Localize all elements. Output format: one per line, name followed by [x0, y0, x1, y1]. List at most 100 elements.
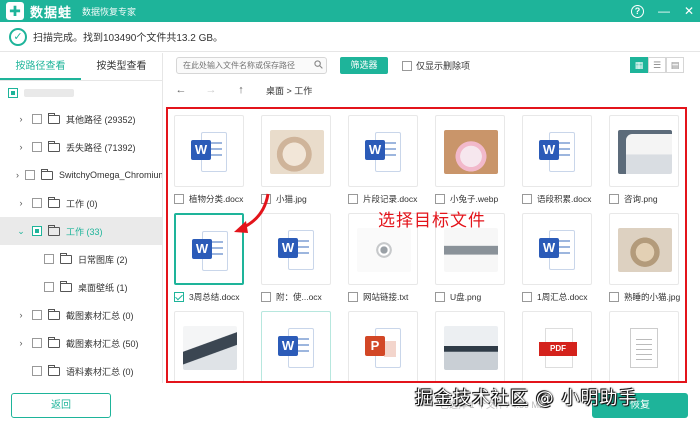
tree-checkbox[interactable] — [32, 114, 42, 124]
back-arrow-icon[interactable]: ← — [166, 84, 196, 96]
detail-view-icon[interactable]: ▤ — [666, 57, 684, 73]
file-name: 网站链接.txt — [363, 292, 409, 302]
file-checkbox[interactable] — [261, 292, 271, 302]
file-checkbox[interactable] — [435, 194, 445, 204]
image-preview — [444, 130, 498, 174]
file-label: U盘.png — [435, 291, 525, 303]
file-thumbnail[interactable] — [435, 311, 505, 381]
tree-checkbox[interactable] — [32, 338, 42, 348]
chevron-right-icon[interactable]: › — [16, 338, 26, 348]
tree-checkbox[interactable] — [32, 310, 42, 320]
tree-item[interactable]: 日常图库 (2) — [0, 245, 162, 273]
file-checkbox[interactable] — [174, 194, 184, 204]
chevron-right-icon[interactable]: › — [16, 170, 19, 180]
file-card[interactable] — [609, 311, 685, 381]
file-thumbnail[interactable] — [435, 115, 505, 187]
file-name: 熟睡的小猫.jpg — [624, 292, 681, 302]
grid-view-icon[interactable]: ▦ — [630, 57, 648, 73]
file-card[interactable]: 熟睡的小猫.jpg — [609, 213, 685, 309]
file-thumbnail[interactable]: W — [348, 115, 418, 187]
chevron-down-icon[interactable]: ⌄ — [16, 226, 26, 237]
file-name: 咨询.png — [624, 194, 658, 204]
file-thumbnail[interactable]: W — [261, 311, 331, 381]
file-checkbox[interactable] — [174, 292, 184, 302]
image-preview — [444, 326, 498, 370]
tree-item[interactable]: › 截图素材汇总 (50) — [0, 329, 162, 357]
tree-item-selected[interactable]: ⌄ 工作 (33) — [0, 217, 162, 245]
file-label: 咨询.png — [609, 193, 685, 205]
tree-item[interactable]: › 工作 (0) — [0, 189, 162, 217]
tree-checkbox[interactable] — [32, 198, 42, 208]
tree-item[interactable]: 语料素材汇总 (0) — [0, 357, 162, 385]
up-arrow-icon[interactable]: ↑ — [226, 84, 256, 96]
file-checkbox[interactable] — [435, 292, 445, 302]
chevron-right-icon[interactable]: › — [16, 142, 26, 152]
forward-arrow-icon[interactable]: → — [196, 84, 226, 96]
file-thumbnail[interactable] — [609, 213, 679, 285]
file-checkbox[interactable] — [348, 292, 358, 302]
minimize-icon[interactable]: — — [658, 4, 670, 18]
root-checkbox[interactable] — [8, 88, 18, 98]
scan-status-bar: ✓ 扫描完成。找到103490个文件共13.2 GB。 — [0, 22, 700, 52]
text-file-icon — [630, 328, 658, 368]
file-checkbox[interactable] — [522, 292, 532, 302]
only-deleted-checkbox[interactable] — [402, 60, 412, 71]
file-card[interactable]: PDF — [522, 311, 612, 381]
file-thumbnail[interactable]: W — [522, 115, 592, 187]
file-card[interactable]: W 片段记录.docx — [348, 115, 438, 211]
file-card[interactable]: P — [348, 311, 438, 381]
chevron-right-icon[interactable]: › — [16, 310, 26, 320]
tab-by-path[interactable]: 按路径查看 — [0, 53, 81, 80]
file-card[interactable]: W 语段积累.docx — [522, 115, 612, 211]
tree-item-label: 日常图库 (2) — [78, 254, 128, 265]
search-input[interactable] — [176, 57, 327, 74]
file-card[interactable]: W — [261, 311, 351, 381]
tree-checkbox[interactable] — [44, 282, 54, 292]
tree-checkbox[interactable] — [32, 142, 42, 152]
annotation-arrow-icon — [234, 193, 270, 233]
tree-item[interactable]: › 截图素材汇总 (0) — [0, 301, 162, 329]
file-thumbnail[interactable] — [609, 311, 679, 381]
list-view-icon[interactable]: ☰ — [648, 57, 666, 73]
file-thumbnail[interactable]: P — [348, 311, 418, 381]
tree-root-drive[interactable] — [0, 81, 162, 105]
file-card[interactable]: 小兔子.webp — [435, 115, 525, 211]
search-icon[interactable] — [314, 60, 323, 69]
image-preview — [618, 130, 672, 174]
file-checkbox[interactable] — [522, 194, 532, 204]
help-icon[interactable]: ? — [630, 4, 644, 18]
file-thumbnail[interactable] — [174, 311, 244, 381]
tree-checkbox[interactable] — [32, 226, 42, 236]
tree-item[interactable]: › SwitchyOmega_Chromium — [0, 161, 162, 189]
file-checkbox[interactable] — [348, 194, 358, 204]
close-icon[interactable]: ✕ — [684, 4, 694, 18]
filter-button[interactable]: 筛选器 — [340, 57, 388, 74]
file-thumbnail[interactable] — [261, 115, 331, 187]
file-card[interactable]: W 1周汇总.docx — [522, 213, 612, 309]
folder-icon — [60, 252, 72, 264]
chevron-right-icon[interactable]: › — [16, 114, 26, 124]
file-checkbox[interactable] — [609, 292, 619, 302]
title-bar: ✚ 数据蛙 数据恢复专家 ? — ✕ — [0, 0, 700, 22]
file-card[interactable] — [435, 311, 525, 381]
tree-checkbox[interactable] — [32, 366, 42, 376]
tree-item[interactable]: › 丢失路径 (71392) — [0, 133, 162, 161]
tree-item-label: 工作 (0) — [66, 198, 98, 209]
chevron-right-icon[interactable]: › — [16, 198, 26, 208]
file-card[interactable] — [174, 311, 264, 381]
file-checkbox[interactable] — [609, 194, 619, 204]
file-thumbnail[interactable]: W — [522, 213, 592, 285]
file-label: 网站链接.txt — [348, 291, 438, 303]
file-thumbnail[interactable] — [609, 115, 679, 187]
only-deleted-toggle[interactable]: 仅显示删除项 — [402, 59, 470, 72]
file-thumbnail[interactable]: PDF — [522, 311, 592, 381]
tree-checkbox[interactable] — [44, 254, 54, 264]
back-button[interactable]: 返回 — [11, 393, 111, 418]
file-card[interactable]: 咨询.png — [609, 115, 685, 211]
tree-item[interactable]: › 其他路径 (29352) — [0, 105, 162, 133]
tab-by-type[interactable]: 按类型查看 — [81, 53, 162, 80]
tree-checkbox[interactable] — [25, 170, 35, 180]
file-thumbnail[interactable]: W — [174, 115, 244, 187]
tree-item[interactable]: 桌面壁纸 (1) — [0, 273, 162, 301]
file-name: 附：使...ocx — [276, 292, 322, 302]
